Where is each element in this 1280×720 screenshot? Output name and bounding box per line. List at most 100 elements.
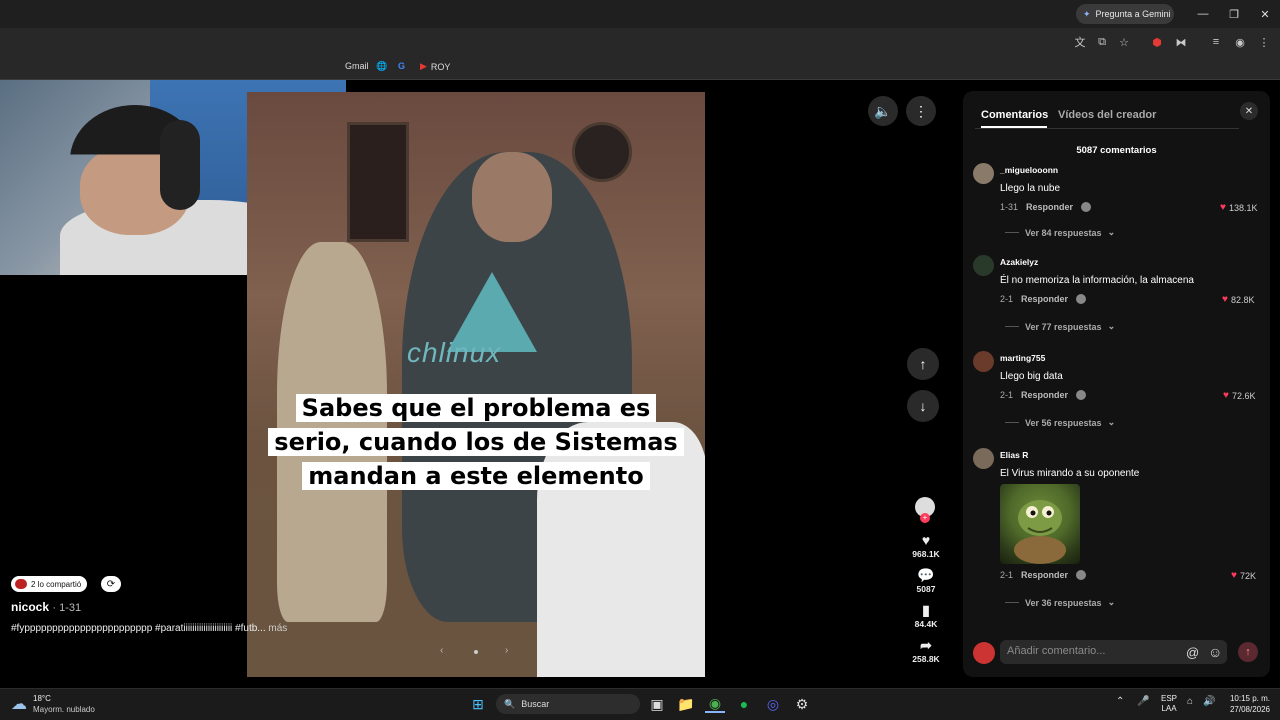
microphone-icon[interactable]: 🎤 xyxy=(1137,696,1149,707)
carousel-next-icon[interactable]: › xyxy=(505,645,508,656)
weather-temp[interactable]: 18°C xyxy=(33,694,51,703)
carousel-dot[interactable] xyxy=(474,650,478,654)
reply-button[interactable]: Responder xyxy=(1026,202,1073,212)
discord-icon[interactable]: ◎ xyxy=(763,695,783,713)
google-icon[interactable]: G xyxy=(398,61,405,71)
search-icon: 🔍 xyxy=(504,698,516,709)
carousel-prev-icon[interactable]: ‹ xyxy=(440,645,443,656)
author-name[interactable]: nicock · 1-31 xyxy=(11,600,81,614)
reply-button[interactable]: Responder xyxy=(1021,570,1068,580)
share-icon: ➦ xyxy=(920,637,932,653)
my-avatar xyxy=(973,642,995,664)
shared-badge[interactable]: 2 lo compartió xyxy=(11,576,88,592)
taskbar-clock[interactable]: 10:15 p. m. 27/08/2026 xyxy=(1222,693,1270,715)
weather-desc[interactable]: Mayorm. nublado xyxy=(33,705,95,714)
restore-icon[interactable]: ❐ xyxy=(1219,4,1249,24)
omnibox[interactable] xyxy=(350,32,1090,54)
caption-line-2: serio, cuando los de Sistemas xyxy=(268,428,684,456)
chevron-down-icon: ⌄ xyxy=(1107,227,1116,237)
save-action[interactable]: ▮ 84.4K xyxy=(906,601,946,629)
shirt-text: chlinux xyxy=(407,337,502,368)
video-player[interactable]: chlinux xyxy=(247,92,705,677)
menu-kebab-icon[interactable]: ⋮ xyxy=(1256,34,1272,50)
creator-liked-avatar xyxy=(1081,202,1092,212)
weather-cloud-icon[interactable]: ☁ xyxy=(11,694,27,714)
speaker-icon[interactable]: 🔊 xyxy=(1203,696,1215,707)
tab-creator-videos[interactable]: Vídeos del creador xyxy=(1058,109,1156,121)
taskbar xyxy=(0,688,1280,720)
gemini-label: Pregunta a Gemini xyxy=(1095,9,1171,19)
close-panel-icon[interactable]: ✕ xyxy=(1240,102,1258,120)
heart-icon: ♥ xyxy=(1223,390,1229,401)
start-icon[interactable]: ⊞ xyxy=(468,695,488,713)
comment-count: 5087 comentarios xyxy=(1076,145,1157,156)
comment-like[interactable]: ♥ 72K xyxy=(1231,570,1256,581)
close-window-icon[interactable]: ✕ xyxy=(1250,4,1280,24)
more-link[interactable]: más xyxy=(268,623,287,634)
avatar[interactable] xyxy=(973,255,994,276)
mention-icon[interactable]: @ xyxy=(1186,645,1199,660)
language-indicator[interactable]: ESP LAA xyxy=(1161,694,1177,714)
avatar[interactable] xyxy=(973,351,994,372)
tab-comments[interactable]: Comentarios xyxy=(981,109,1048,121)
comment-username[interactable]: marting755 xyxy=(1000,353,1045,363)
extensions-puzzle-icon[interactable]: ⧓ xyxy=(1173,34,1189,50)
comment-action[interactable]: 💬 5087 xyxy=(906,566,946,594)
reply-button[interactable]: Responder xyxy=(1021,294,1068,304)
chrome-icon[interactable]: ◉ xyxy=(705,695,725,713)
comment-icon: 💬 xyxy=(917,567,935,583)
next-video-button[interactable]: ↓ xyxy=(907,390,939,422)
install-app-icon[interactable]: ⧉ xyxy=(1094,34,1110,50)
comment-like[interactable]: ♥ 72.6K xyxy=(1223,390,1255,401)
view-replies[interactable]: Ver 84 respuestas ⌄ xyxy=(1005,227,1115,238)
minimize-icon[interactable]: — xyxy=(1188,4,1218,24)
gemini-icon: ✦ xyxy=(1083,8,1091,19)
shared-avatars-icon xyxy=(15,579,27,589)
gemini-button[interactable]: ✦ Pregunta a Gemini xyxy=(1076,4,1174,24)
chevron-down-icon: ⌄ xyxy=(1107,417,1116,427)
previous-video-button[interactable]: ↑ xyxy=(907,348,939,380)
comment-text: Llego la nube xyxy=(1000,183,1061,194)
emoji-icon[interactable]: ☺ xyxy=(1208,644,1222,660)
comment-like[interactable]: ♥ 138.1K xyxy=(1220,202,1257,213)
comment-like[interactable]: ♥ 82.8K xyxy=(1222,294,1254,305)
extension-icon[interactable]: ⬢ xyxy=(1149,34,1165,50)
like-action[interactable]: ♥ 968.1K xyxy=(906,531,946,559)
volume-icon[interactable]: 🔈 xyxy=(868,96,898,126)
globe-icon[interactable]: 🌐 xyxy=(376,61,387,72)
taskbar-search[interactable]: 🔍 Buscar xyxy=(496,694,640,714)
follow-plus-icon[interactable]: + xyxy=(920,513,930,523)
comments-panel xyxy=(963,91,1270,677)
tab-divider xyxy=(975,128,1239,129)
reading-list-icon[interactable]: ≡ xyxy=(1208,34,1224,50)
comment-username[interactable]: _miguelooonn xyxy=(1000,165,1058,175)
avatar[interactable] xyxy=(973,163,994,184)
reply-button[interactable]: Responder xyxy=(1021,390,1068,400)
bookmark-gmail[interactable]: Gmail xyxy=(345,61,369,71)
comment-meta: 2-1 Responder xyxy=(1000,390,1087,400)
tray-chevron-icon[interactable]: ⌃ xyxy=(1116,696,1124,707)
view-replies[interactable]: Ver 56 respuestas ⌄ xyxy=(1005,417,1115,428)
repost-button[interactable]: ⟳ xyxy=(101,576,121,592)
comment-username[interactable]: Azakielyz xyxy=(1000,257,1038,267)
profile-icon[interactable]: ◉ xyxy=(1232,34,1248,50)
bookmark-roy[interactable]: ▶ ROY xyxy=(420,61,450,72)
spotify-icon[interactable]: ● xyxy=(734,695,754,713)
more-options-icon[interactable]: ⋮ xyxy=(906,96,936,126)
view-replies[interactable]: Ver 36 respuestas ⌄ xyxy=(1005,597,1115,608)
comment-username[interactable]: Elias R xyxy=(1000,450,1028,460)
video-caption: Sabes que el problema es serio, cuando l… xyxy=(250,393,702,495)
steam-icon[interactable]: ⚙ xyxy=(792,695,812,713)
network-icon[interactable]: ⌂ xyxy=(1187,696,1193,707)
view-replies[interactable]: Ver 77 respuestas ⌄ xyxy=(1005,321,1115,332)
share-action[interactable]: ➦ 258.8K xyxy=(906,636,946,664)
task-view-icon[interactable]: ▣ xyxy=(647,695,667,713)
send-button[interactable]: ↑ xyxy=(1238,642,1258,662)
main-person-head xyxy=(472,152,552,242)
avatar[interactable] xyxy=(973,448,994,469)
bookmark-star-icon[interactable]: ☆ xyxy=(1116,34,1132,50)
file-explorer-icon[interactable]: 📁 xyxy=(676,695,696,713)
translate-icon[interactable]: 文 xyxy=(1072,34,1088,50)
author-date: · 1-31 xyxy=(52,602,82,614)
headphone-icon xyxy=(160,120,200,210)
